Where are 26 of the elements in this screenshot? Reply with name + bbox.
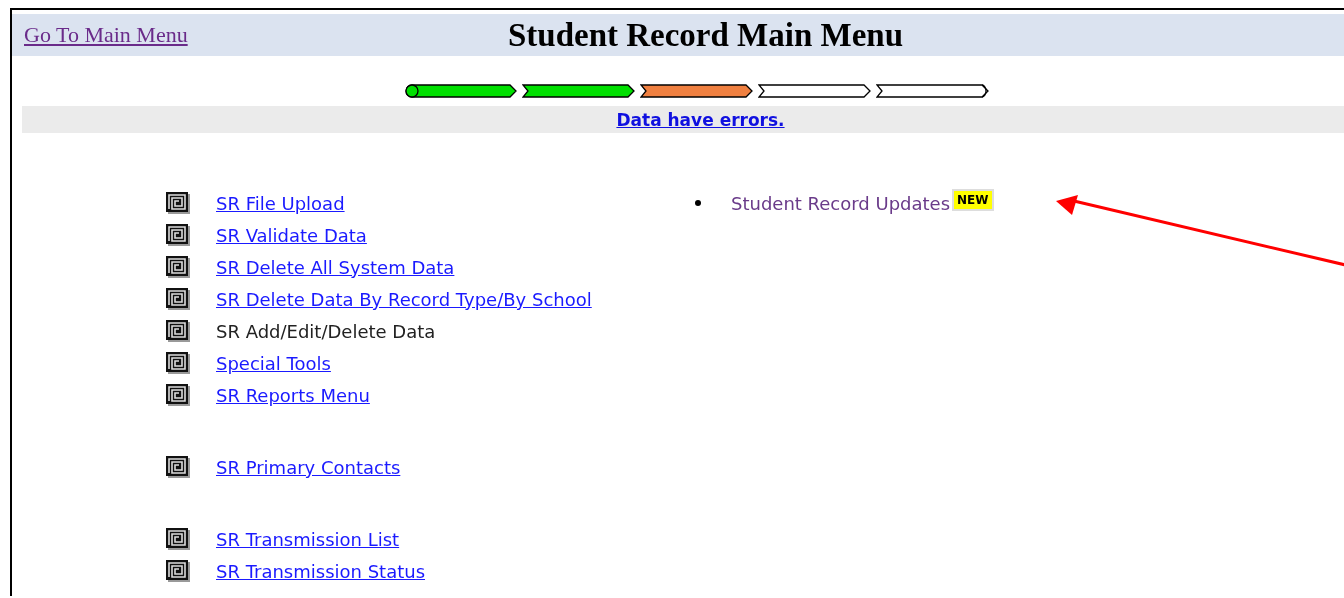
menu-link[interactable]: SR Transmission Status [216, 560, 425, 582]
spiral-icon [165, 527, 191, 551]
bullet-icon [695, 200, 701, 206]
spiral-icon [165, 319, 191, 343]
menu-link[interactable]: SR Delete All System Data [216, 256, 455, 278]
menu-link[interactable]: SR Validate Data [216, 224, 367, 246]
spiral-icon [165, 559, 191, 583]
page-title: Student Record Main Menu [506, 16, 904, 54]
spiral-icon [165, 255, 191, 279]
menu-link[interactable]: SR Delete Data By Record Type/By School [216, 288, 592, 310]
menu-link[interactable]: SR Reports Menu [216, 384, 370, 406]
main-menu-link[interactable]: Go To Main Menu [24, 22, 188, 48]
status-link[interactable]: Data have errors. [616, 109, 785, 130]
spiral-icon [165, 351, 191, 375]
menu-link[interactable]: SR File Upload [216, 192, 345, 214]
menu-link[interactable]: SR Primary Contacts [216, 456, 401, 478]
spiral-icon [165, 383, 191, 407]
menu-link[interactable]: Special Tools [216, 352, 331, 374]
new-badge: NEW [954, 191, 992, 209]
spiral-icon [165, 191, 191, 215]
menu-link[interactable]: SR Transmission List [216, 528, 400, 550]
spiral-icon [165, 223, 191, 247]
menu-text: SR Add/Edit/Delete Data [216, 320, 436, 342]
spiral-icon [165, 455, 191, 479]
spiral-icon [165, 287, 191, 311]
updates-link[interactable]: Student Record Updates [731, 192, 951, 214]
